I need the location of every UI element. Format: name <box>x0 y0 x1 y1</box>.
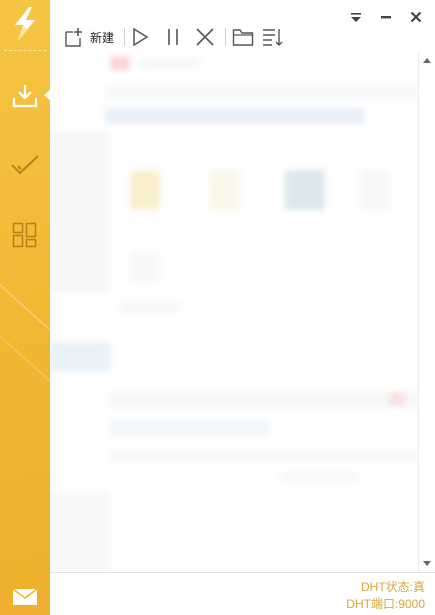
toolbar-separator <box>225 28 227 46</box>
open-folder-button[interactable] <box>232 26 254 48</box>
sidebar-item-downloading[interactable] <box>0 74 50 118</box>
delete-icon <box>196 28 214 46</box>
scroll-down-icon[interactable] <box>423 561 431 566</box>
start-icon <box>133 27 149 47</box>
download-list-area[interactable] <box>50 52 418 572</box>
pause-button[interactable] <box>165 26 181 48</box>
delete-button[interactable] <box>195 26 215 48</box>
new-task-icon <box>65 28 82 47</box>
window-controls <box>347 8 425 26</box>
close-icon <box>410 11 422 23</box>
dht-status: DHT状态:真 <box>361 580 425 594</box>
sidebar-divider <box>4 50 46 51</box>
vertical-scrollbar[interactable] <box>418 52 435 572</box>
close-button[interactable] <box>407 8 425 26</box>
completed-check-icon <box>11 155 39 175</box>
new-task-label: 新建 <box>90 30 115 45</box>
pause-icon <box>168 29 178 45</box>
sort-button[interactable] <box>262 26 284 48</box>
minimize-button[interactable] <box>377 8 395 26</box>
dropdown-icon <box>351 13 361 22</box>
blurred-background <box>50 52 418 572</box>
start-button[interactable] <box>131 26 149 48</box>
app-window: 新建 DHT状态:真 DHT端口:9000 <box>0 0 435 615</box>
scroll-up-icon[interactable] <box>423 58 431 63</box>
toolbar: 新建 <box>64 26 292 48</box>
logo-bolt-icon <box>15 7 35 41</box>
mail-icon[interactable] <box>12 587 38 607</box>
sidebar-item-completed[interactable] <box>0 143 50 187</box>
sort-icon <box>263 29 283 46</box>
sidebar <box>0 0 50 615</box>
grid-apps-icon <box>12 222 37 248</box>
dht-port: DHT端口:9000 <box>346 597 425 611</box>
toolbar-separator <box>124 28 126 46</box>
status-bar: DHT状态:真 DHT端口:9000 <box>50 572 435 615</box>
menu-dropdown-button[interactable] <box>347 8 365 26</box>
download-icon <box>12 85 38 108</box>
open-folder-icon <box>232 29 254 46</box>
new-task-button[interactable]: 新建 <box>64 26 114 48</box>
minimize-icon <box>381 16 391 19</box>
top-bar: 新建 <box>50 0 435 52</box>
sidebar-item-apps[interactable] <box>0 213 50 257</box>
